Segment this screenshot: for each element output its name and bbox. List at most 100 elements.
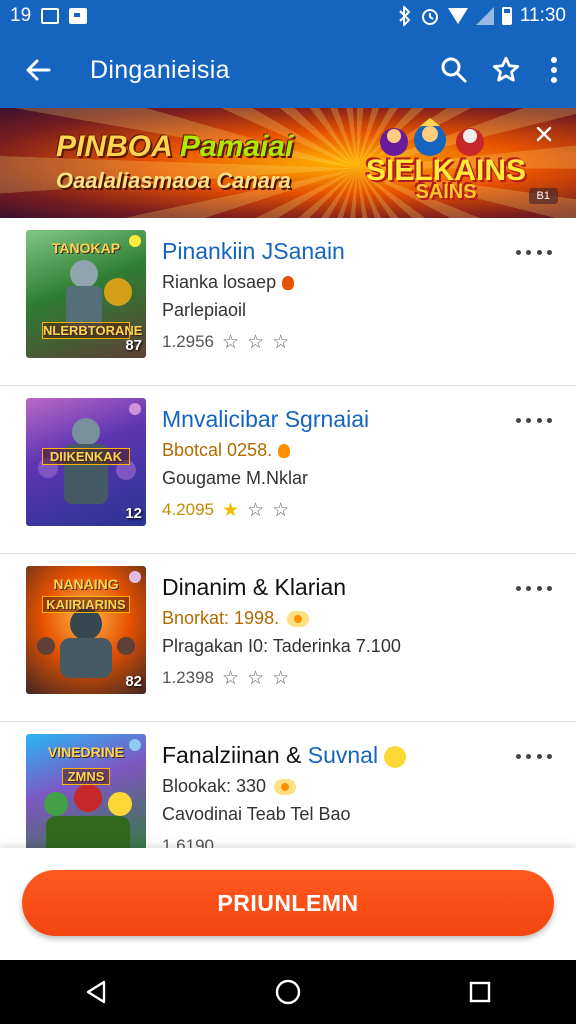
- nav-back-button[interactable]: [66, 960, 126, 1024]
- game-title-b: Suvnal: [307, 742, 379, 768]
- list-item[interactable]: DIIKENKAK 12 Mnvalicibar Sgrnaiai Bbotca…: [0, 386, 576, 554]
- star-outline-icon: ☆: [222, 667, 240, 689]
- search-icon: [441, 57, 467, 83]
- game-subtitle-text: Blookak: 330: [162, 776, 267, 796]
- status-bar: 19 11:30: [0, 0, 576, 32]
- nav-recents-button[interactable]: [450, 960, 510, 1024]
- bottom-action-area: PRIUNLEMN: [0, 848, 576, 960]
- battery-icon: [501, 7, 512, 25]
- game-subtitle: Bbotcal 0258.: [162, 438, 506, 462]
- app-screen: 19 11:30 Dinganieisia PINBOA Pamaiai Oaa…: [0, 0, 576, 1024]
- arrow-left-icon: [26, 59, 51, 81]
- star-filled-icon: ★: [222, 499, 240, 521]
- game-subtitle: Blookak: 330: [162, 774, 506, 798]
- star-outline-icon: ☆: [272, 331, 290, 353]
- star-outline-icon: ☆: [272, 667, 290, 689]
- thumb-number: 82: [125, 673, 142, 690]
- page-title: Dinganieisia: [90, 55, 230, 84]
- game-thumbnail: TANOKAP NLERBTORANE 87: [26, 230, 146, 358]
- app-bar: Dinganieisia: [0, 32, 576, 108]
- thumb-label: NLERBTORANE: [42, 322, 143, 339]
- thumb-badge-icon: [129, 571, 141, 583]
- star-outline-icon: ☆: [247, 331, 265, 353]
- game-rating: 1.6190: [162, 836, 506, 848]
- game-thumbnail: NANAING KAIIRIARINS 82: [26, 566, 146, 694]
- thumb-character-art: [44, 784, 132, 848]
- thumb-badge-icon: [129, 403, 141, 415]
- item-more-button[interactable]: [516, 240, 552, 264]
- banner-headline-a: PINBOA: [56, 130, 180, 163]
- system-nav-bar: [0, 960, 576, 1024]
- star-outline-icon: ☆: [222, 331, 240, 353]
- thumb-number: 87: [125, 337, 142, 354]
- list-item[interactable]: VINEDRINE ZMNS Fanalziinan & Suvnal Bloo…: [0, 722, 576, 848]
- rating-value: 1.6190: [162, 836, 214, 848]
- game-thumbnail: DIIKENKAK 12: [26, 398, 146, 526]
- favorite-button[interactable]: [480, 32, 532, 108]
- game-rating: 1.2398 ☆ ☆ ☆: [162, 668, 506, 688]
- nav-home-button[interactable]: [258, 960, 318, 1024]
- status-time-right: 11:30: [519, 5, 566, 26]
- game-subtitle: Rianka losaep: [162, 270, 506, 294]
- status-time-left: 19: [10, 5, 32, 26]
- wifi-icon: [447, 8, 468, 24]
- thumb-number: 12: [125, 505, 142, 522]
- primary-cta-button[interactable]: PRIUNLEMN: [22, 870, 554, 936]
- game-title[interactable]: Pinankiin JSanain: [162, 236, 506, 266]
- thumb-label: KAIIRIARINS: [42, 596, 130, 613]
- banner-logo: SIELKAINS SAINS: [366, 156, 526, 202]
- game-description: Plragakan I0: Taderinka 7.100: [162, 636, 401, 656]
- game-rating: 1.2956 ☆ ☆ ☆: [162, 332, 506, 352]
- game-title[interactable]: Fanalziinan & Suvnal: [162, 740, 506, 770]
- game-description: Parlepiaoil: [162, 300, 247, 320]
- game-title-a: Fanalziinan &: [162, 742, 308, 768]
- banner-ad-tag: B1: [528, 188, 558, 204]
- circle-home-icon: [275, 979, 301, 1005]
- signal-icon: [475, 7, 494, 25]
- coin-badge-icon: [274, 779, 297, 796]
- list-item[interactable]: TANOKAP NLERBTORANE 87 Pinankiin JSanain…: [0, 218, 576, 386]
- game-subtitle: Bnorkat: 1998.: [162, 606, 506, 630]
- game-thumbnail: VINEDRINE ZMNS: [26, 734, 146, 848]
- overflow-menu-button[interactable]: [532, 32, 576, 108]
- game-subtitle-text: Rianka losaep: [162, 272, 277, 292]
- square-recents-icon: [469, 981, 491, 1003]
- item-more-button[interactable]: [516, 744, 552, 768]
- back-button[interactable]: [0, 32, 76, 108]
- game-rating: 4.2095 ★ ☆ ☆: [162, 500, 506, 520]
- search-button[interactable]: [428, 32, 480, 108]
- thumb-label: ZMNS: [62, 768, 110, 785]
- thumb-label: DIIKENKAK: [42, 448, 130, 465]
- alarm-icon: [421, 9, 438, 25]
- star-outline-icon: ☆: [247, 499, 265, 521]
- gallery-notification-icon: [41, 8, 60, 24]
- promo-banner[interactable]: PINBOA Pamaiai Oaalaliasmaoa Canara SIEL…: [0, 108, 576, 218]
- game-subtitle-text: Bnorkat: 1998.: [162, 608, 280, 628]
- game-subtitle-text: Bbotcal 0258.: [162, 440, 273, 460]
- game-list: TANOKAP NLERBTORANE 87 Pinankiin JSanain…: [0, 218, 576, 848]
- star-outline-icon: ☆: [272, 499, 290, 521]
- thumb-badge-icon: [129, 739, 141, 751]
- app-notification-icon: [69, 8, 88, 24]
- triangle-back-icon: [86, 980, 106, 1004]
- emoji-face-icon: [384, 745, 407, 768]
- rating-value: 1.2956: [162, 332, 214, 351]
- more-vert-icon: [551, 57, 557, 83]
- game-description: Gougame M.Nklar: [162, 468, 309, 488]
- banner-close-icon[interactable]: [532, 122, 556, 146]
- rating-value: 4.2095: [162, 500, 214, 519]
- banner-subheadline: Oaalaliasmaoa Canara: [56, 168, 291, 193]
- rating-value: 1.2398: [162, 668, 214, 687]
- fire-icon: [278, 444, 291, 459]
- game-title[interactable]: Dinanim & Klarian: [162, 572, 506, 602]
- list-item[interactable]: NANAING KAIIRIARINS 82 Dinanim & Klarian…: [0, 554, 576, 722]
- star-outline-icon: ☆: [247, 667, 265, 689]
- game-title[interactable]: Mnvalicibar Sgrnaiai: [162, 404, 506, 434]
- bluetooth-icon: [399, 6, 411, 26]
- game-description: Cavodinai Teab Tel Bao: [162, 804, 351, 824]
- banner-headline-b: Pamaiai: [179, 130, 294, 163]
- item-more-button[interactable]: [516, 408, 552, 432]
- fire-icon: [282, 276, 295, 291]
- item-more-button[interactable]: [516, 576, 552, 600]
- star-outline-icon: [492, 56, 520, 82]
